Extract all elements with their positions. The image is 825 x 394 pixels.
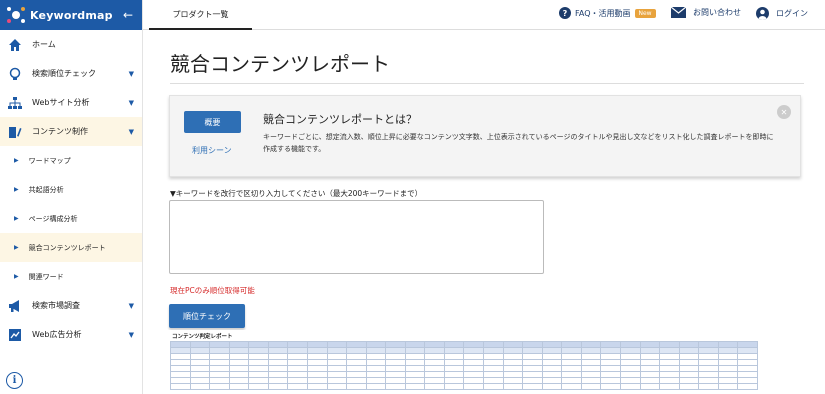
info-panel: 概要 利用シーン 競合コンテンツレポートとは？ キーワードごとに、想定流入数、順… (169, 95, 801, 177)
caret-down-icon: ▼ (128, 69, 134, 78)
info-heading: 競合コンテンツレポートとは？ (263, 113, 417, 126)
report-preview-title: コンテンツ判定レポート (172, 334, 233, 340)
caret-down-icon: ▼ (128, 301, 134, 310)
chevron-right-icon: ▶ (14, 244, 19, 251)
sidebar-subitem-related-words[interactable]: ▶ 関連ワード (0, 262, 142, 291)
sidebar-subitem-page-structure[interactable]: ▶ ページ構成分析 (0, 204, 142, 233)
page-title: 競合コンテンツレポート (170, 52, 390, 76)
sidebar-subitem-label: ページ構成分析 (28, 214, 78, 223)
user-icon (756, 7, 769, 20)
sidebar-item-rank-check[interactable]: 検索順位チェック ▼ (0, 59, 142, 88)
chart-icon (8, 328, 22, 342)
collapse-sidebar-icon[interactable]: ← (120, 8, 136, 22)
sidebar-subitem-label: ワードマップ (28, 156, 71, 165)
faq-link[interactable]: ? FAQ・活用動画 New (559, 7, 656, 19)
sidebar-item-ad-analysis[interactable]: Web広告分析 ▼ (0, 320, 142, 349)
sitemap-icon (8, 96, 22, 110)
divider (170, 83, 804, 84)
login-label: ログイン (776, 9, 808, 18)
sidebar-item-site-analysis[interactable]: Webサイト分析 ▼ (0, 88, 142, 117)
caret-down-icon: ▼ (128, 127, 134, 136)
tab-overview[interactable]: 概要 (184, 111, 241, 133)
lightbulb-icon (8, 67, 22, 81)
contact-label: お問い合わせ (693, 8, 741, 17)
chevron-right-icon: ▶ (14, 186, 19, 193)
chevron-right-icon: ▶ (14, 273, 19, 280)
megaphone-icon (8, 299, 22, 313)
chevron-right-icon: ▶ (14, 215, 19, 222)
home-icon (8, 38, 22, 52)
close-icon[interactable]: ✕ (777, 105, 791, 119)
report-preview-image: コンテンツ判定レポート (168, 330, 758, 394)
logo-bar: Keywordmap ← (0, 0, 142, 30)
keyword-input[interactable] (169, 200, 544, 274)
sidebar-subitem-label: 関連ワード (28, 272, 64, 281)
logo-text: Keywordmap (30, 8, 113, 22)
caret-down-icon: ▼ (128, 330, 134, 339)
rank-check-button[interactable]: 順位チェック (169, 304, 245, 328)
info-icon[interactable]: i (6, 372, 23, 389)
sidebar-item-label: Web広告分析 (32, 330, 82, 339)
sidebar-item-content[interactable]: コンテンツ制作 ▼ (0, 117, 142, 146)
sidebar-item-market-research[interactable]: 検索市場調査 ▼ (0, 291, 142, 320)
sidebar-subitem-label: 共起語分析 (28, 185, 64, 194)
keyword-input-label: ▼キーワードを改行で区切り入力してください（最大200キーワードまで） (170, 189, 423, 198)
sidebar-subitem-cooccurrence[interactable]: ▶ 共起語分析 (0, 175, 142, 204)
faq-label: FAQ・活用動画 (575, 8, 631, 18)
info-description: キーワードごとに、想定流入数、順位上昇に必要なコンテンツ文字数、上位表示されてい… (263, 133, 774, 153)
sidebar-item-label: Webサイト分析 (32, 98, 90, 107)
contact-link[interactable]: お問い合わせ (671, 7, 741, 18)
report-preview-table (170, 341, 758, 390)
caret-down-icon: ▼ (128, 98, 134, 107)
tab-use-cases[interactable]: 利用シーン (192, 145, 232, 156)
sidebar-item-home[interactable]: ホーム (0, 30, 142, 59)
content-icon (8, 125, 22, 139)
top-bar: プロダクト一覧 ? FAQ・活用動画 New お問い合わせ ログイン (143, 0, 825, 30)
sidebar-subitem-wordmap[interactable]: ▶ ワードマップ (0, 146, 142, 175)
chevron-right-icon: ▶ (14, 157, 19, 164)
notice-text: 現在PCのみ順位取得可能 (170, 286, 255, 295)
question-icon: ? (559, 7, 571, 19)
new-badge: New (634, 8, 656, 18)
sidebar-item-label: 検索市場調査 (32, 301, 80, 310)
mail-icon (671, 7, 686, 18)
sidebar: Keywordmap ← ホーム 検索順位チェック ▼ Webサイト分析 ▼ コ… (0, 0, 143, 394)
sidebar-subitem-label: 競合コンテンツレポート (28, 243, 106, 252)
tab-product-list[interactable]: プロダクト一覧 (149, 0, 252, 30)
sidebar-item-label: 検索順位チェック (32, 69, 96, 78)
logo-icon (6, 5, 26, 25)
sidebar-item-label: コンテンツ制作 (32, 127, 88, 136)
login-link[interactable]: ログイン (756, 7, 808, 20)
sidebar-item-label: ホーム (32, 40, 56, 49)
sidebar-subitem-competitor-report[interactable]: ▶ 競合コンテンツレポート (0, 233, 142, 262)
